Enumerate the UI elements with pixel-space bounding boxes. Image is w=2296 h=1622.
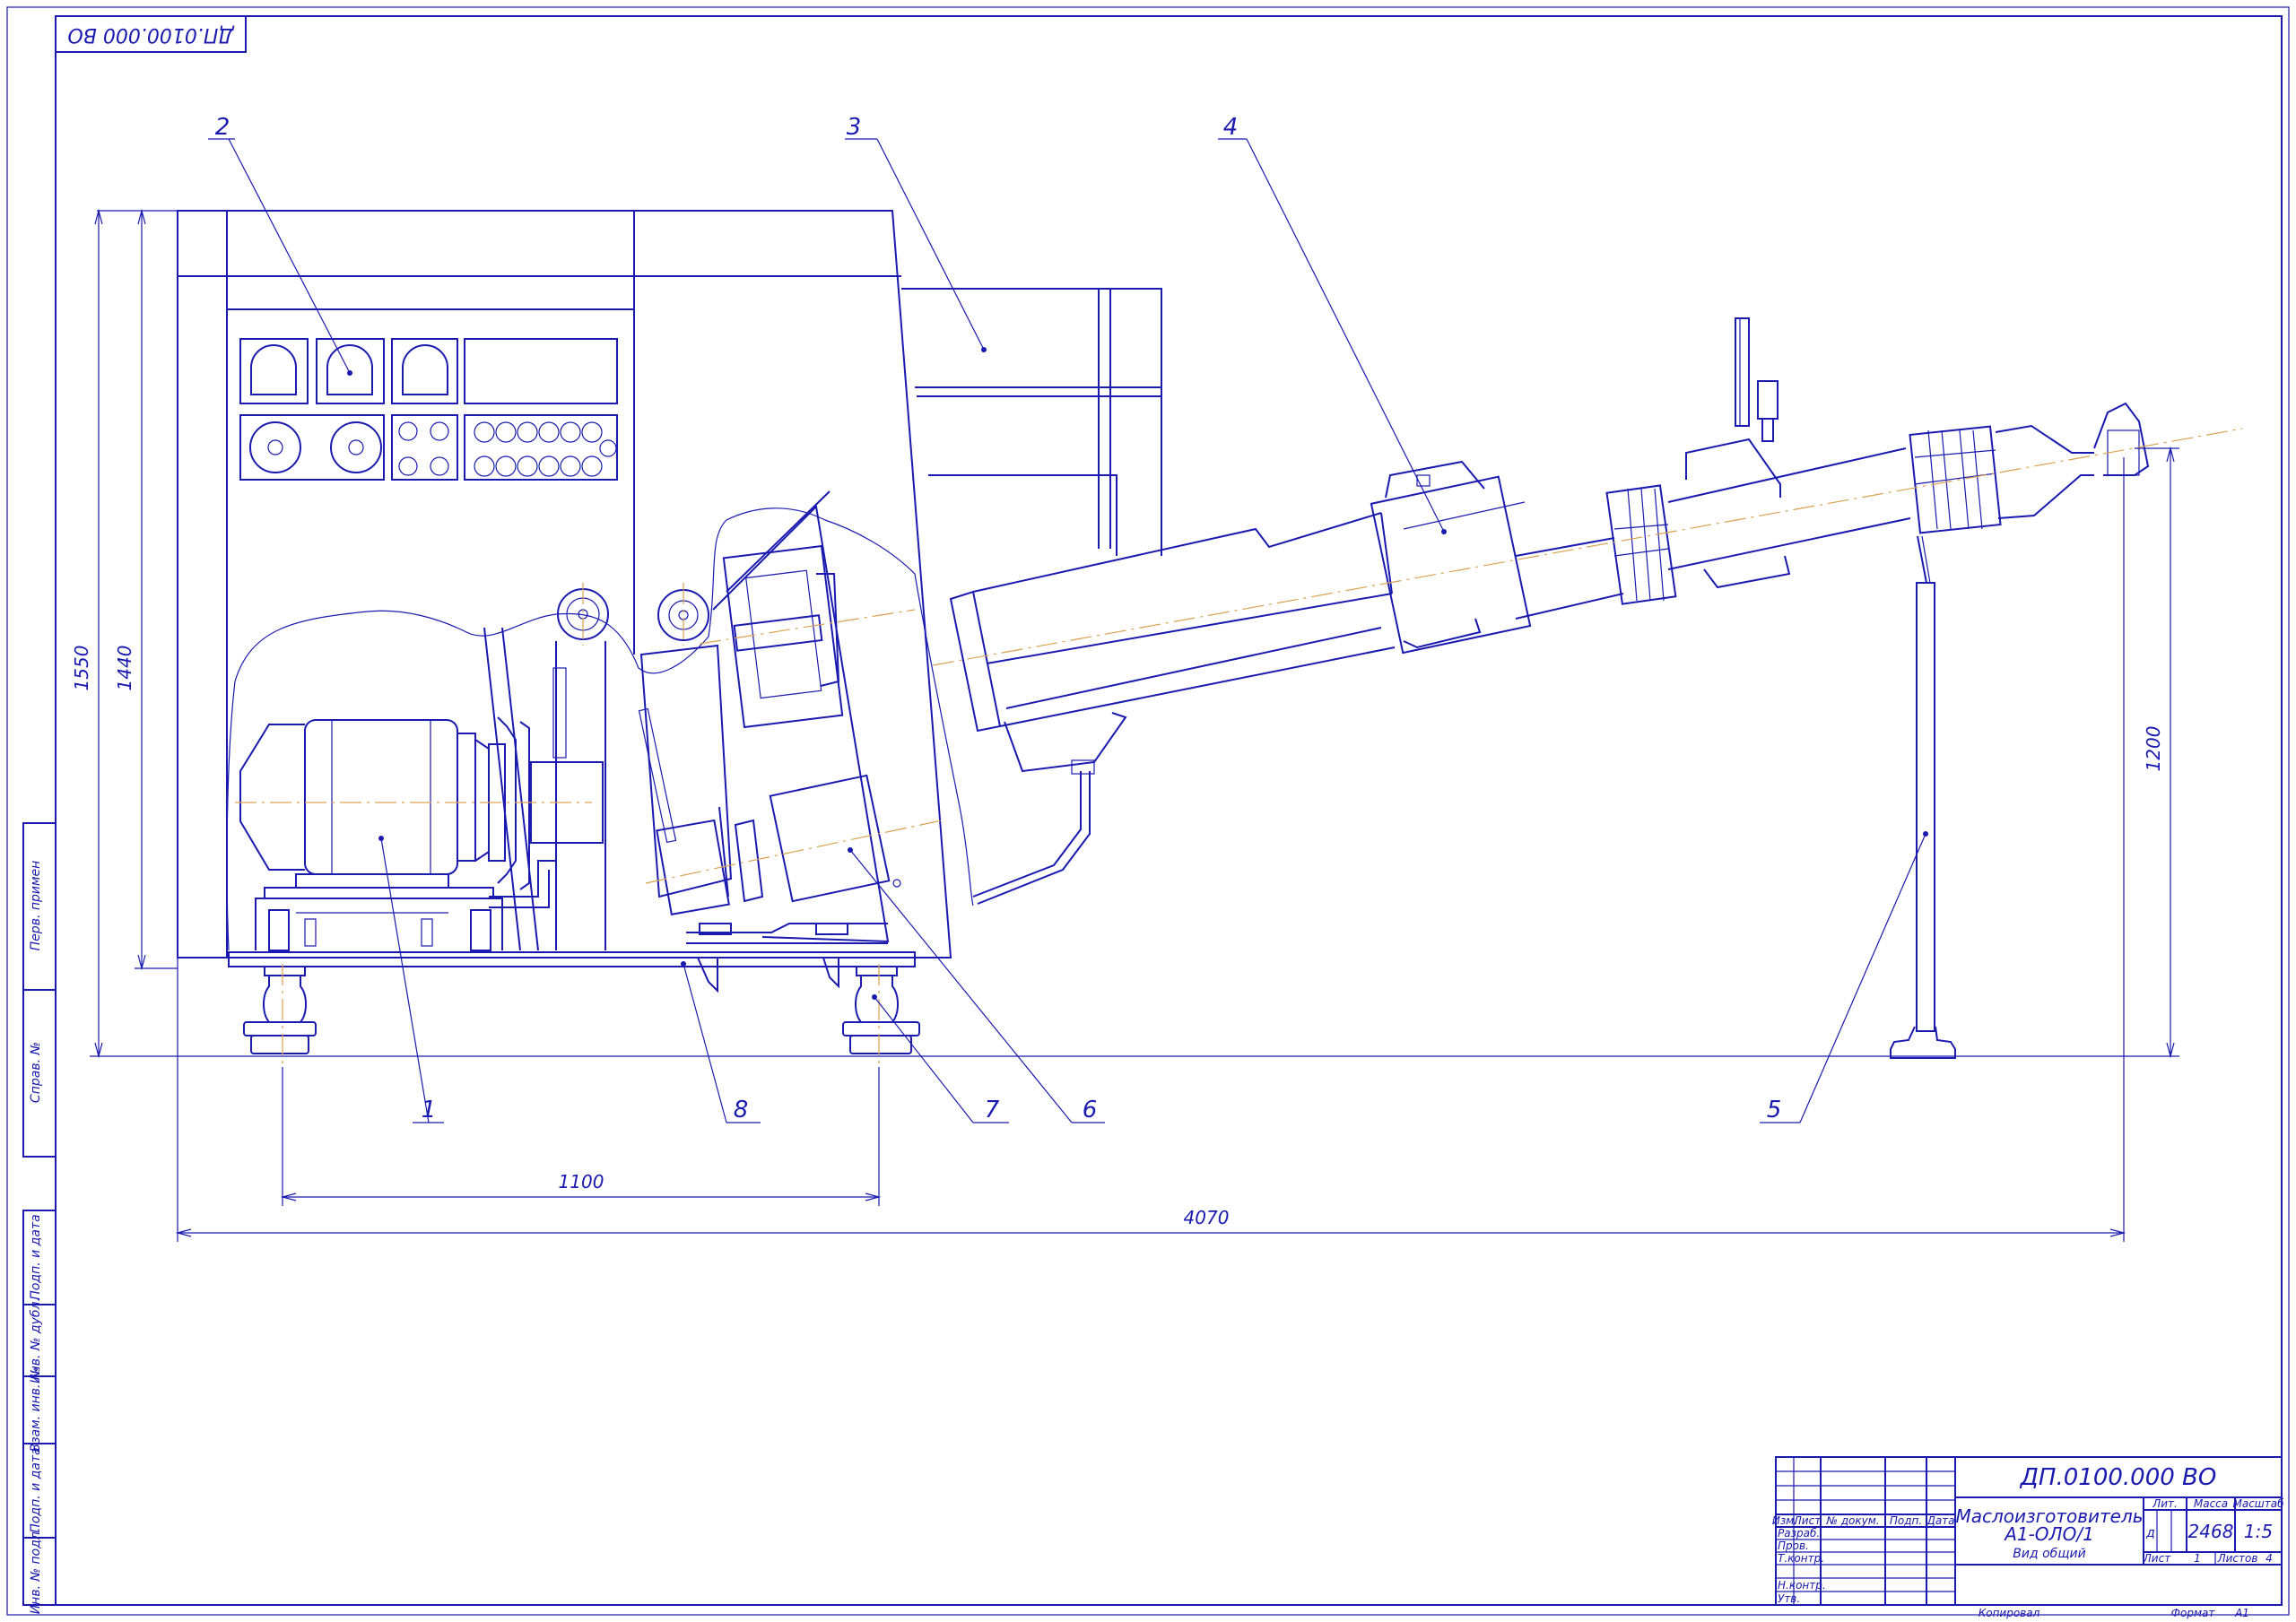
sheets-label: Листов [2217, 1552, 2258, 1565]
drain-line [972, 771, 1082, 898]
callouts: 1 2 3 4 5 6 7 8 [208, 114, 1928, 1123]
assembly-drawing: ДП.0100.000 ВО Перв. примен Справ. № Под… [6, 6, 2290, 1619]
copied-label: Копировал [1979, 1607, 2040, 1619]
view-name: Вид общий [2013, 1547, 2085, 1561]
position-1: 1 [422, 1097, 437, 1123]
texturizer-tube [949, 317, 2150, 733]
position-7: 7 [985, 1097, 1000, 1123]
format-value: А1 [2234, 1607, 2249, 1619]
role-checked: Пров. [1778, 1540, 1809, 1552]
dim-height-overall: 1550 [71, 646, 92, 691]
base-plate [228, 951, 916, 967]
position-8: 8 [734, 1097, 749, 1123]
dim-height-body: 1440 [114, 646, 135, 691]
col-mass: Масса [2194, 1497, 2228, 1510]
corner-code-text: ДП.0100.000 ВО [67, 23, 234, 46]
title-block: Изм. Лист № докум. Подп. Дата Разраб. Пр… [1772, 1456, 2284, 1619]
foot-left [243, 966, 317, 1054]
dim-span-feet: 1100 [559, 1171, 604, 1193]
product-code: А1-ОЛО/1 [2003, 1523, 2094, 1545]
hdr-date: Дата [1926, 1514, 1954, 1527]
foot-right [842, 966, 920, 1054]
col-lit: Лит. [2152, 1497, 2178, 1510]
sheet-value: 1 [2194, 1552, 2201, 1565]
side-label-2: Подп. и дата [29, 1214, 43, 1299]
outer-frame [6, 6, 2290, 1616]
tube-axis [932, 428, 2243, 666]
format-label: Формат [2171, 1607, 2216, 1619]
hdr-sign: Подп. [1890, 1514, 1922, 1527]
side-label-4: Взам. инв. № [29, 1366, 43, 1452]
position-5: 5 [1767, 1097, 1782, 1123]
motor-base [255, 873, 503, 951]
dim-length-overall: 4070 [1184, 1207, 1230, 1228]
role-tech-control: Т.контр. [1778, 1552, 1824, 1565]
mass-value: 2468 [2188, 1521, 2234, 1542]
role-developer: Разраб. [1778, 1527, 1820, 1540]
sheets-value: 4 [2266, 1552, 2273, 1565]
support-leg [1890, 535, 1956, 1059]
doc-code: ДП.0100.000 ВО [2020, 1464, 2217, 1491]
position-2: 2 [215, 114, 230, 141]
electric-motor [239, 716, 604, 890]
pulley-assembly [483, 588, 609, 951]
position-6: 6 [1083, 1097, 1098, 1123]
position-3: 3 [847, 114, 862, 141]
scale-value: 1:5 [2244, 1521, 2273, 1542]
upper-frame [901, 288, 1162, 556]
control-panel [239, 338, 618, 481]
side-label-1: Справ. № [29, 1042, 43, 1103]
lit-value: д [2145, 1526, 2155, 1540]
corner-code-box: ДП.0100.000 ВО [55, 15, 247, 53]
dimensions: 1550 1440 1200 1100 4070 [71, 208, 2179, 1242]
inner-frame [55, 15, 2283, 1606]
position-4: 4 [1223, 114, 1239, 141]
hdr-list: Лист [1793, 1514, 1822, 1527]
hdr-doc: № докум. [1825, 1514, 1879, 1527]
role-approved: Утв. [1778, 1592, 1800, 1605]
side-label-5: Подп. и дата [29, 1447, 43, 1532]
role-norm-control: Н.контр. [1778, 1579, 1826, 1592]
side-strip: Перв. примен Справ. № Подп. и дата Инв. … [22, 822, 57, 1615]
sheet-label: Лист [2143, 1552, 2171, 1565]
flange-1 [1605, 484, 1677, 605]
churn-drum [638, 490, 901, 943]
side-label-0: Перв. примен [29, 861, 43, 951]
col-scale: Масштаб [2232, 1497, 2284, 1510]
dim-height-support: 1200 [2143, 726, 2164, 772]
machine-body [177, 210, 1162, 1054]
side-label-6: Инв. № подл. [29, 1528, 43, 1615]
flange-2 [1909, 425, 2002, 534]
drum-axis [645, 820, 943, 884]
